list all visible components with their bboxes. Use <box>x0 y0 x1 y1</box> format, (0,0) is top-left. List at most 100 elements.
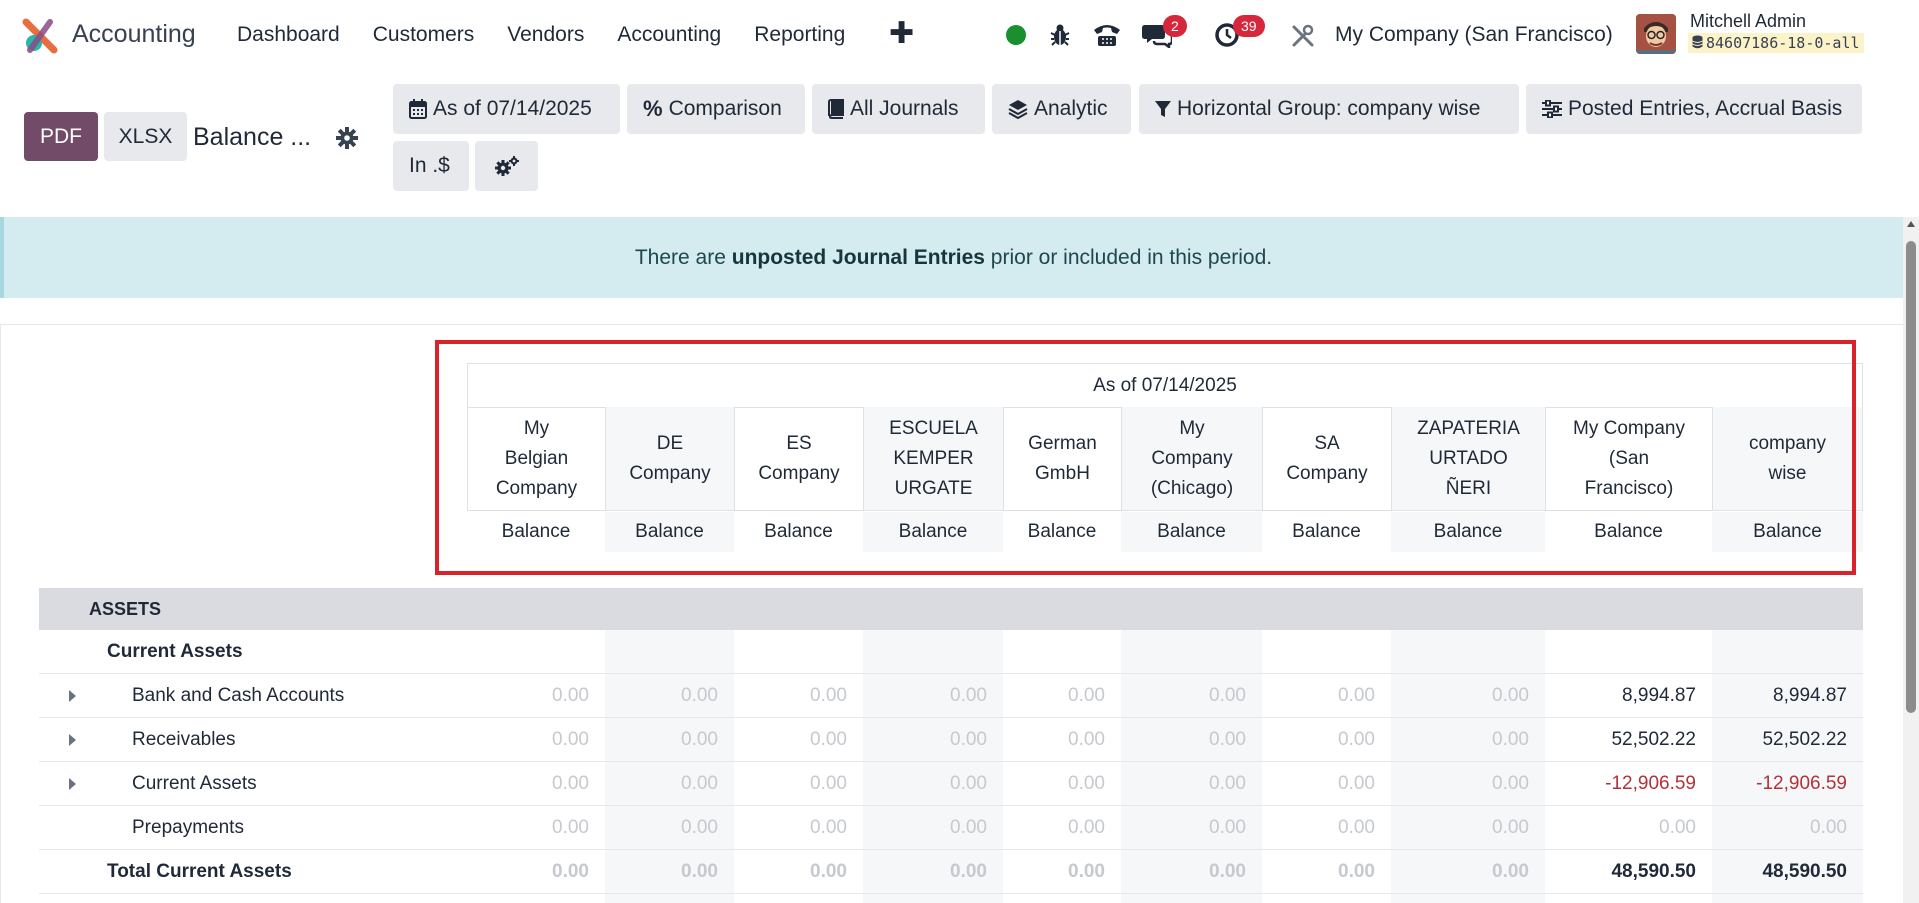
section-assets[interactable]: ASSETS <box>39 588 1863 630</box>
unposted-entries-link[interactable]: unposted Journal Entries <box>732 246 985 270</box>
row-value-cell: 0.00 <box>1068 817 1105 838</box>
book-icon <box>828 99 844 119</box>
row-value-cell: 0.00 <box>681 773 718 794</box>
pdf-export-button[interactable]: PDF <box>24 112 98 161</box>
row-value-cell: 0.00 <box>552 685 589 706</box>
xlsx-export-button[interactable]: XLSX <box>104 112 187 161</box>
row-value-cell: 0.00 <box>1338 729 1375 750</box>
online-status-icon[interactable] <box>1006 25 1026 45</box>
calendar-icon <box>409 99 427 119</box>
row-value-cell: 0.00 <box>681 685 718 706</box>
menu-item-vendors[interactable]: Vendors <box>507 23 584 47</box>
scroll-up-arrow[interactable] <box>1907 221 1915 227</box>
bug-icon[interactable] <box>1049 23 1071 47</box>
row-value-cell: 0.00 <box>681 817 718 838</box>
user-avatar[interactable] <box>1636 14 1676 54</box>
percent-icon: % <box>643 96 663 121</box>
row-value-cell: 0.00 <box>1068 685 1105 706</box>
row-value-cell[interactable]: 48,590.50 <box>1727 861 1847 883</box>
comparison-filter-button[interactable]: % Comparison <box>627 84 805 134</box>
row-value-cell: 0.00 <box>1209 773 1246 794</box>
row-value-cell: 0.00 <box>950 817 987 838</box>
row-value-cell[interactable]: 52,502.22 <box>1727 729 1847 751</box>
row-value-cell: 0.00 <box>950 729 987 750</box>
row-value-cell: 0.00 <box>681 729 718 750</box>
app-name[interactable]: Accounting <box>72 20 196 49</box>
account-row[interactable]: Receivables 0.00 0.00 0.00 0.00 0.00 0.00 0.00 0… <box>39 718 1863 762</box>
row-value-cell: 0.00 <box>950 685 987 706</box>
row-value-cell: 0.00 <box>810 861 847 882</box>
row-value-cell: 0.00 <box>1492 773 1529 794</box>
database-icon <box>1692 35 1703 49</box>
row-value-cell[interactable]: -12,906.59 <box>1727 773 1847 795</box>
row-value-cell: 0.00 <box>552 773 589 794</box>
entries-filter-label: Posted Entries, Accrual Basis <box>1568 97 1843 120</box>
scrollbar-thumb[interactable] <box>1906 241 1916 713</box>
horizontal-group-filter-button[interactable]: Horizontal Group: company wise <box>1139 84 1519 134</box>
analytic-filter-label: Analytic <box>1034 97 1108 120</box>
row-value-cell: 0.00 <box>1068 773 1105 794</box>
accounting-app-icon[interactable] <box>22 18 58 54</box>
subsection-current-assets[interactable]: Current Assets <box>39 630 1863 674</box>
chat-badge: 2 <box>1163 15 1187 37</box>
settings-button[interactable] <box>475 141 538 191</box>
phone-icon[interactable] <box>1092 22 1122 48</box>
database-name-text: 84607186-18-0-all <box>1706 34 1860 52</box>
row-value-cell: 0.00 <box>552 861 589 882</box>
report-title: Balance ... <box>193 123 312 151</box>
row-value-cell: 0.00 <box>810 729 847 750</box>
row-value-cell: 0.00 <box>1209 817 1246 838</box>
menu-item-accounting[interactable]: Accounting <box>617 23 721 47</box>
row-value-cell: 0.00 <box>950 861 987 882</box>
analytic-filter-button[interactable]: Analytic <box>992 84 1131 134</box>
row-value-cell[interactable]: 8,994.87 <box>1727 685 1847 707</box>
expand-caret-icon[interactable] <box>69 690 76 702</box>
row-value-cell: 0.00 <box>1492 817 1529 838</box>
row-value-cell: 0.00 <box>552 729 589 750</box>
menu-item-customers[interactable]: Customers <box>373 23 475 47</box>
expand-caret-icon[interactable] <box>69 734 76 746</box>
total-row[interactable]: Total Current Assets 0.00 0.00 0.00 0.00 0.00… <box>39 850 1863 894</box>
row-value-cell: 0.00 <box>1068 729 1105 750</box>
row-value-cell: 0.00 <box>810 817 847 838</box>
journals-filter-button[interactable]: All Journals <box>812 84 985 134</box>
user-name[interactable]: Mitchell Admin <box>1690 11 1806 32</box>
account-row[interactable]: Current Assets 0.00 0.00 0.00 0.00 0.00 0.00 0.… <box>39 762 1863 806</box>
row-value-cell: 0.00 <box>681 861 718 882</box>
row-value-cell: 0.00 <box>810 773 847 794</box>
date-filter-button[interactable]: As of 07/14/2025 <box>393 84 620 134</box>
plus-icon[interactable]: ✚ <box>889 16 914 51</box>
subsection-label: Current Assets <box>107 641 243 662</box>
entries-filter-button[interactable]: Posted Entries, Accrual Basis <box>1526 84 1862 134</box>
currency-filter-button[interactable]: In .$ <box>393 141 469 191</box>
journals-filter-label: All Journals <box>850 97 959 120</box>
activity-badge: 39 <box>1233 15 1265 37</box>
top-navbar: Accounting Dashboard Customers Vendors A… <box>0 0 1919 72</box>
row-value-cell: 0.00 <box>1492 685 1529 706</box>
alert-prefix: There are <box>634 245 726 269</box>
row-value-cell[interactable]: 48,590.50 <box>1576 861 1696 883</box>
row-value-cell: 0.00 <box>1492 729 1529 750</box>
menu-item-reporting[interactable]: Reporting <box>754 23 845 47</box>
tools-icon[interactable] <box>1291 24 1315 48</box>
gear-icon[interactable] <box>336 127 358 149</box>
row-value-cell[interactable]: -12,906.59 <box>1576 773 1696 795</box>
row-value-cell[interactable]: 8,994.87 <box>1576 685 1696 707</box>
account-row[interactable]: Bank and Cash Accounts 0.00 0.00 0.00 0.00 0.… <box>39 674 1863 718</box>
highlight-box <box>435 340 1856 575</box>
row-value-cell: 0.00 <box>1209 685 1246 706</box>
database-name: 84607186-18-0-all <box>1688 33 1864 53</box>
row-value-cell[interactable]: 52,502.22 <box>1576 729 1696 751</box>
expand-caret-icon[interactable] <box>69 778 76 790</box>
filter-icon <box>1155 100 1171 118</box>
row-value-cell: 0.00 <box>1068 861 1105 882</box>
company-switcher[interactable]: My Company (San Francisco) <box>1335 23 1613 47</box>
layers-icon <box>1008 99 1028 119</box>
row-label: Receivables <box>132 729 236 750</box>
row-label: Current Assets <box>132 773 257 794</box>
menu-item-dashboard[interactable]: Dashboard <box>237 23 340 47</box>
vertical-scrollbar[interactable] <box>1903 217 1919 903</box>
alert-suffix: prior or included in this period. <box>990 245 1273 269</box>
cogs-icon <box>494 156 519 176</box>
account-row[interactable]: Prepayments 0.00 0.00 0.00 0.00 0.00 0.00 0.00 0… <box>39 806 1863 850</box>
